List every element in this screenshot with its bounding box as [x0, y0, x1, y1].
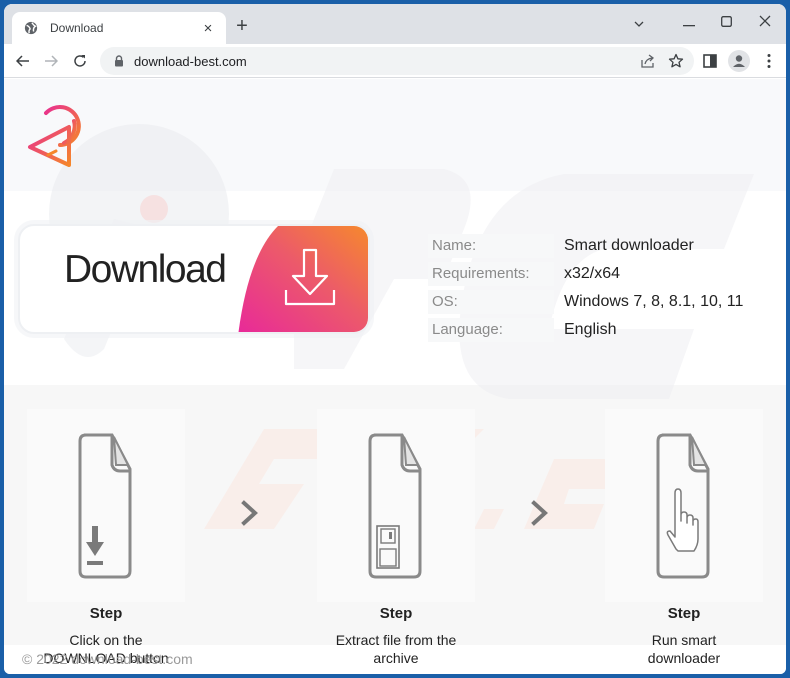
arrow-left-icon [16, 55, 29, 67]
file-floppy-icon [368, 433, 422, 579]
step-desc-line: downloader [647, 650, 721, 666]
info-row: OS: Windows 7, 8, 8.1, 10, 11 [428, 288, 743, 316]
address-bar[interactable]: download-best.com [100, 47, 694, 75]
reload-button[interactable] [67, 48, 93, 74]
step-card-1: Step Click on the DOWNLOAD button [27, 409, 185, 666]
file-download-icon [78, 433, 132, 579]
back-button[interactable] [10, 48, 36, 74]
new-tab-button[interactable]: + [232, 16, 252, 36]
step-title: Step [89, 605, 123, 622]
site-logo [28, 105, 81, 167]
step-card-bg [27, 409, 185, 602]
info-row: Requirements: x32/x64 [428, 260, 743, 288]
chevron-right-icon [241, 500, 258, 526]
info-value: x32/x64 [564, 265, 621, 282]
download-button[interactable]: Download [18, 224, 370, 334]
info-value: English [564, 321, 617, 338]
share-icon[interactable] [640, 53, 656, 69]
maximize-icon [720, 16, 732, 27]
close-icon [759, 15, 771, 27]
minimize-icon [683, 25, 695, 27]
step-desc-line: Click on the [69, 632, 143, 648]
globe-icon [24, 21, 38, 35]
tab-close-button[interactable]: × [200, 20, 216, 37]
maximize-button[interactable] [711, 10, 741, 34]
step-title: Step [667, 605, 701, 622]
lock-icon [115, 55, 123, 67]
minimize-button[interactable] [674, 10, 704, 34]
footer-copyright: © 2022 download-best.com [22, 651, 193, 667]
download-button-label: Download [64, 248, 227, 291]
menu-kebab-icon[interactable] [760, 52, 778, 70]
tab-search-button[interactable] [624, 10, 654, 34]
close-window-button[interactable] [750, 10, 780, 34]
tab-strip: Download × + [4, 4, 786, 44]
file-hand-icon [656, 433, 710, 579]
arrow-right-icon [45, 55, 58, 67]
step-card-bg [605, 409, 763, 602]
forward-button[interactable] [38, 48, 64, 74]
step-description: Extract file from the archive [317, 631, 475, 667]
info-key: Requirements: [428, 262, 554, 286]
step-desc-line: archive [373, 650, 419, 666]
browser-toolbar: download-best.com [4, 44, 786, 78]
info-row: Language: English [428, 316, 743, 344]
step-desc-line: Run smart [651, 632, 717, 648]
info-value: Smart downloader [564, 237, 694, 254]
info-value: Windows 7, 8, 8.1, 10, 11 [564, 293, 744, 310]
info-key: OS: [428, 290, 554, 314]
info-key: Name: [428, 234, 554, 258]
side-panel-icon[interactable] [701, 52, 719, 70]
header-band [4, 79, 786, 191]
bookmark-star-icon[interactable] [668, 53, 684, 69]
browser-window: Download × + download-best.com Download … [4, 4, 786, 674]
info-key: Language: [428, 318, 554, 342]
info-row: Name: Smart downloader [428, 232, 743, 260]
profile-avatar-icon[interactable] [728, 50, 750, 72]
web-page: Download Name: Smart downloader Requirem… [4, 79, 786, 674]
chevron-right-icon [531, 500, 548, 526]
step-desc-line: Extract file from the [335, 632, 457, 648]
step-card-3: Step Run smart downloader [605, 409, 763, 666]
chevron-down-icon [634, 21, 644, 27]
software-info-table: Name: Smart downloader Requirements: x32… [428, 232, 743, 344]
tab-title: Download [50, 21, 104, 35]
url-text: download-best.com [134, 53, 247, 69]
step-title: Step [379, 605, 413, 622]
reload-icon [74, 55, 86, 67]
tab-download[interactable]: Download × [12, 12, 226, 44]
step-card-2: Step Extract file from the archive [317, 409, 475, 666]
step-card-bg [317, 409, 475, 602]
step-description: Run smart downloader [605, 631, 763, 667]
download-button-graphic [238, 226, 368, 332]
